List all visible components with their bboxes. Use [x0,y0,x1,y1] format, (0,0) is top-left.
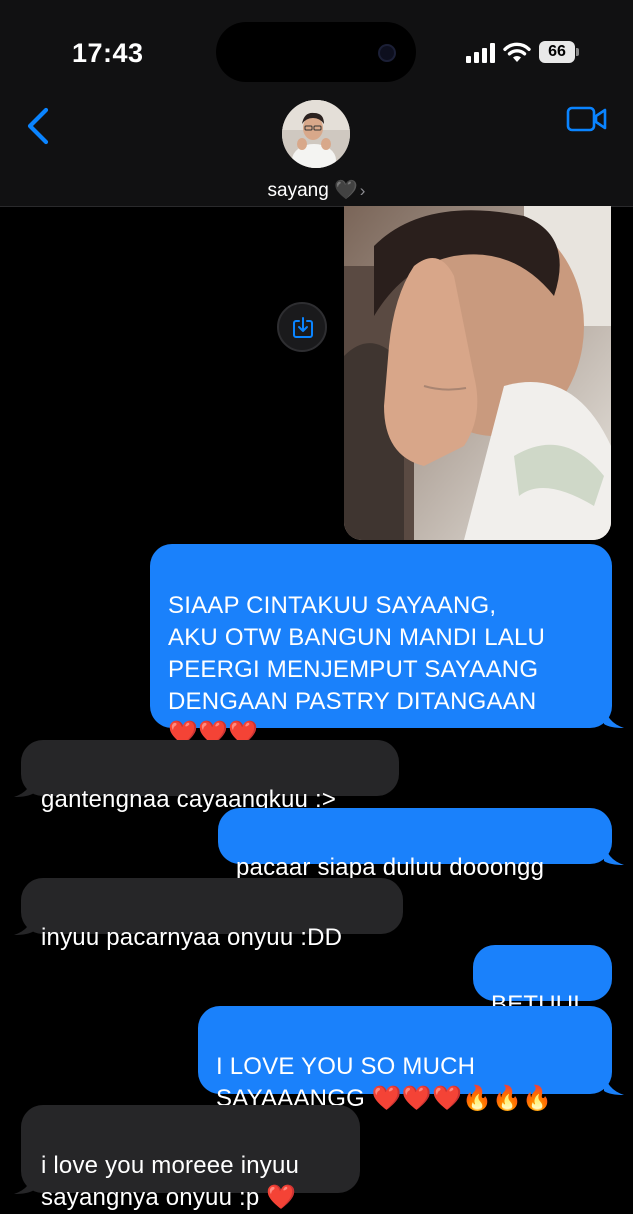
contact-name-label: sayang 🖤 [267,180,358,201]
battery-icon: 66 [539,41,579,63]
message-bubble-sent[interactable]: I LOVE YOU SO MUCH SAYAAANGG ❤️❤️❤️🔥🔥🔥 [198,1006,612,1112]
save-image-button[interactable] [277,302,327,352]
bubble-tail [14,1170,34,1194]
battery-level: 66 [539,41,575,63]
avatar-photo [282,100,350,168]
bubble-tail [604,1071,624,1095]
message-bubble-sent[interactable]: SIAAP CINTAKUU SAYAANG, AKU OTW BANGUN M… [150,544,612,747]
message-bubble-received[interactable]: gantengnaa cayaangkuu :> [21,740,399,813]
download-icon [293,317,313,338]
message-text: inyuu pacarnyaa onyuu :DD [41,924,343,951]
message-bubble-sent[interactable]: BETUUL [473,945,612,1018]
bubble-tail [604,841,624,865]
message-bubble-received[interactable]: inyuu pacarnyaa onyuu :DD [21,878,403,951]
contact-name[interactable]: sayang 🖤 › [0,178,633,202]
camera-indicator-icon [378,44,396,62]
message-bubble-received[interactable]: i love you moreee inyuu sayangnya onyuu … [21,1105,360,1211]
chevron-right-icon: › [359,181,366,200]
message-text: I LOVE YOU SO MUCH SAYAAANGG ❤️❤️❤️🔥🔥🔥 [216,1053,553,1112]
photo-image [344,206,611,540]
wifi-icon [503,42,531,62]
message-text: SIAAP CINTAKUU SAYAANG, AKU OTW BANGUN M… [168,592,546,747]
message-bubble-sent[interactable]: pacaar siapa duluu dooongg [218,808,612,881]
bubble-tail [604,704,624,728]
bubble-tail [14,911,34,935]
contact-avatar[interactable] [282,100,350,168]
image-message[interactable] [344,206,611,540]
status-time: 17:43 [72,38,144,68]
cellular-signal-icon [466,43,495,63]
bubble-tail [14,773,34,797]
message-text: i love you moreee inyuu sayangnya onyuu … [41,1152,300,1211]
message-text: pacaar siapa duluu dooongg [236,854,545,881]
chevron-left-icon[interactable] [24,106,52,146]
conversation-header: sayang 🖤 › [0,100,633,207]
status-bar: 17:43 66 [0,0,633,100]
video-camera-icon[interactable] [566,105,608,133]
